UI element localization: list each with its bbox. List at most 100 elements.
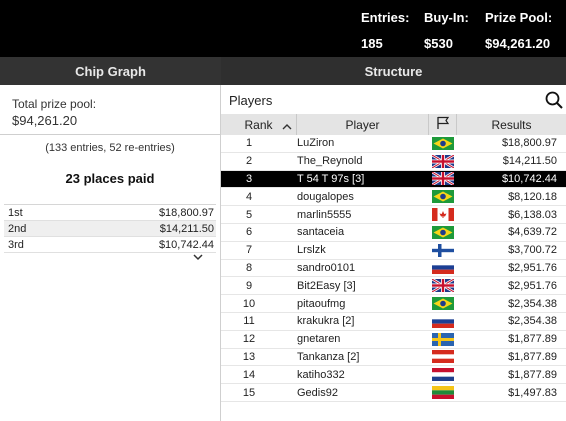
player-row[interactable]: 1 LuZiron $18,800.97 [221, 135, 566, 153]
entries-label: Entries: [361, 10, 410, 25]
player-rank: 12 [242, 333, 256, 346]
player-result: $10,742.44 [501, 172, 557, 185]
tab-chip-graph[interactable]: Chip Graph [0, 57, 221, 85]
uk-flag-icon [429, 154, 457, 168]
player-rank: 14 [242, 368, 256, 381]
player-row[interactable]: 6 santaceia $4,639.72 [221, 224, 566, 242]
player-rank: 6 [245, 226, 253, 239]
player-row[interactable]: 5 marlin5555 $6,138.03 [221, 206, 566, 224]
player-name: Bit2Easy [3] [297, 279, 356, 292]
chevron-up-icon [282, 120, 292, 130]
entries-value: 185 [361, 36, 383, 51]
player-row[interactable]: 8 sandro0101 $2,951.76 [221, 260, 566, 278]
prize-pool-label: Prize Pool: [485, 10, 553, 25]
player-name: Lrslzk [297, 244, 326, 257]
player-row[interactable]: 13 Tankanza [2] $1,877.89 [221, 349, 566, 367]
player-name: dougalopes [297, 190, 354, 203]
player-result: $1,877.89 [508, 350, 557, 363]
total-prize-value: $94,261.20 [12, 113, 78, 128]
prize-pool-value: $94,261.20 [485, 36, 551, 51]
player-result: $8,120.18 [508, 190, 557, 203]
player-rank: 15 [242, 386, 256, 399]
brazil-flag-icon [429, 225, 457, 239]
brazil-flag-icon [429, 297, 457, 311]
player-column-header[interactable]: Player [297, 114, 429, 135]
country-column-header[interactable] [429, 114, 457, 135]
player-rank: 13 [242, 350, 256, 363]
player-result: $1,877.89 [508, 333, 557, 346]
uk-flag-icon [429, 279, 457, 293]
player-result: $2,951.76 [508, 279, 557, 292]
rank-column-label: Rank [244, 117, 273, 132]
payout-place: 3rd [8, 238, 24, 251]
player-result: $14,211.50 [502, 155, 557, 168]
players-table-header: Rank Player Results [221, 114, 566, 135]
payout-amount: $14,211.50 [159, 222, 214, 235]
player-name: The_Reynold [297, 155, 363, 168]
player-name: gnetaren [297, 333, 341, 346]
flag-icon [436, 116, 450, 133]
rank-column-header[interactable]: Rank [221, 114, 297, 135]
player-name: krakukra [2] [297, 315, 355, 328]
search-icon[interactable] [545, 91, 563, 109]
player-result: $2,354.38 [508, 315, 557, 328]
russia-flag-icon [429, 261, 457, 275]
total-prize-box: Total prize pool: $94,261.20 [0, 85, 220, 135]
finland-flag-icon [429, 243, 457, 257]
places-paid: 23 places paid [65, 171, 155, 186]
player-name: katiho332 [297, 368, 345, 381]
player-rank: 3 [245, 172, 253, 185]
players-table-body: 1 LuZiron $18,800.97 2 The_Reynold $14,211.50… [221, 135, 566, 402]
entries-note: (133 entries, 52 re-entries) [45, 142, 175, 154]
player-result: $18,800.97 [501, 137, 557, 150]
player-result: $1,877.89 [508, 368, 557, 381]
payout-place: 2nd [8, 222, 27, 235]
player-rank: 11 [243, 315, 255, 328]
player-name: Gedis92 [297, 386, 338, 399]
player-row[interactable]: 12 gnetaren $1,877.89 [221, 331, 566, 349]
player-row[interactable]: 15 Gedis92 $1,497.83 [221, 384, 566, 402]
canada-flag-icon [429, 208, 457, 222]
player-name: marlin5555 [297, 208, 352, 221]
player-result: $4,639.72 [508, 226, 557, 239]
player-rank: 9 [245, 279, 253, 292]
total-prize-label: Total prize pool: [12, 97, 97, 111]
player-row[interactable]: 2 The_Reynold $14,211.50 [221, 153, 566, 171]
results-column-header[interactable]: Results [457, 114, 566, 135]
payout-amount: $10,742.44 [158, 238, 214, 251]
payout-row: 3rd $10,742.44 [4, 237, 216, 253]
results-column-label: Results [491, 117, 532, 132]
payout-row: 2nd $14,211.50 [4, 221, 216, 237]
austria-flag-icon [429, 350, 457, 364]
player-result: $6,138.03 [508, 208, 557, 221]
uk-flag-icon [429, 172, 457, 186]
brazil-flag-icon [429, 136, 457, 150]
player-row[interactable]: 7 Lrslzk $3,700.72 [221, 242, 566, 260]
tab-structure[interactable]: Structure [221, 57, 566, 85]
payout-amount: $18,800.97 [158, 206, 214, 219]
player-name: sandro0101 [297, 261, 356, 274]
player-row[interactable]: 10 pitaoufmg $2,354.38 [221, 295, 566, 313]
player-rank: 5 [245, 208, 253, 221]
player-row[interactable]: 11 krakukra [2] $2,354.38 [221, 313, 566, 331]
player-rank: 1 [245, 137, 253, 150]
player-name: pitaoufmg [297, 297, 346, 310]
player-row[interactable]: 4 dougalopes $8,120.18 [221, 188, 566, 207]
players-panel: Players Rank Player Results 1 LuZiron $18,… [221, 85, 566, 421]
buyin-label: Buy-In: [424, 10, 469, 25]
player-name: Tankanza [2] [297, 350, 360, 363]
player-row[interactable]: 14 katiho332 $1,877.89 [221, 366, 566, 385]
tournament-header: Entries: 185 Buy-In: $530 Prize Pool: $9… [0, 0, 566, 57]
lithuania-flag-icon [429, 386, 457, 400]
chevron-down-icon[interactable] [191, 253, 205, 263]
payout-list: 1st $18,800.97 2nd $14,211.50 3rd $10,74… [4, 204, 216, 253]
payout-place: 1st [8, 206, 23, 219]
player-result: $2,354.38 [508, 297, 557, 310]
player-row[interactable]: 9 Bit2Easy [3] $2,951.76 [221, 277, 566, 296]
player-name: LuZiron [297, 137, 335, 150]
player-result: $1,497.83 [508, 386, 557, 399]
tab-bar: Chip Graph Structure [0, 57, 566, 85]
brazil-flag-icon [429, 190, 457, 204]
netherlands-flag-icon [429, 368, 457, 382]
player-row[interactable]: 3 T 54 T 97s [3] $10,742.44 [221, 170, 566, 189]
